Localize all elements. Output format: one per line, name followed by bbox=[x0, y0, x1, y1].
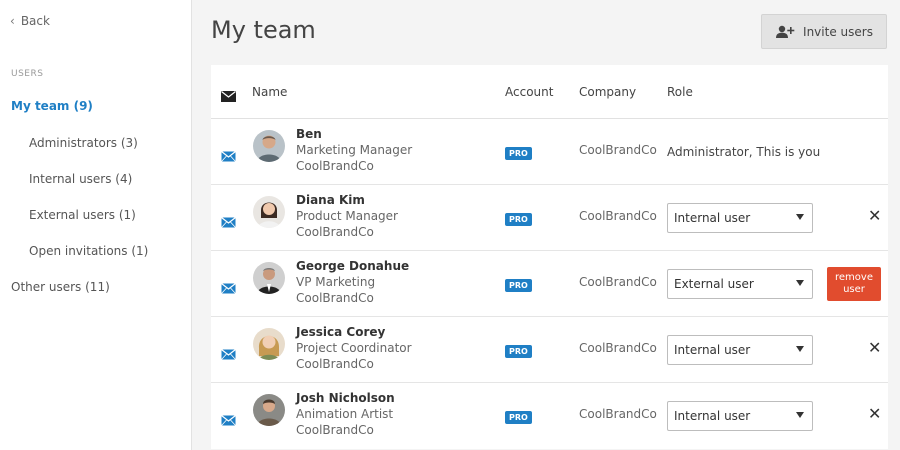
pro-badge: PRO bbox=[505, 345, 532, 358]
envelope-icon[interactable] bbox=[221, 279, 236, 298]
role-select[interactable]: External user bbox=[667, 269, 813, 299]
role-select[interactable]: Internal user bbox=[667, 401, 813, 431]
user-name[interactable]: Ben bbox=[296, 127, 322, 141]
avatar bbox=[253, 196, 285, 228]
user-name[interactable]: Josh Nicholson bbox=[296, 391, 395, 405]
table-row: Ben Marketing Manager CoolBrandCo PRO Co… bbox=[211, 119, 888, 185]
back-label: Back bbox=[20, 14, 50, 28]
avatar bbox=[253, 328, 285, 360]
user-org: CoolBrandCo bbox=[296, 159, 374, 173]
company-cell: CoolBrandCo bbox=[579, 209, 657, 223]
table-row: Jessica Corey Project Coordinator CoolBr… bbox=[211, 317, 888, 383]
pro-badge: PRO bbox=[505, 213, 532, 226]
sidebar-item-external-users[interactable]: External users (1) bbox=[29, 208, 136, 222]
sidebar-item-other-users[interactable]: Other users (11) bbox=[11, 280, 110, 294]
page-title: My team bbox=[211, 16, 316, 44]
company-cell: CoolBrandCo bbox=[579, 143, 657, 157]
role-text: Administrator, This is you bbox=[667, 145, 821, 159]
user-title: Marketing Manager bbox=[296, 143, 413, 157]
table-header: Name Account Company Role bbox=[211, 65, 888, 119]
role-select-value: Internal user bbox=[674, 409, 751, 423]
close-icon[interactable]: ✕ bbox=[868, 208, 881, 224]
chevron-down-icon bbox=[796, 346, 804, 352]
avatar bbox=[253, 394, 285, 426]
envelope-icon[interactable] bbox=[221, 147, 236, 166]
user-org: CoolBrandCo bbox=[296, 357, 374, 371]
close-icon[interactable]: ✕ bbox=[868, 340, 881, 356]
column-header-name[interactable]: Name bbox=[252, 85, 287, 99]
chevron-down-icon bbox=[796, 214, 804, 220]
role-select-value: Internal user bbox=[674, 211, 751, 225]
column-header-company[interactable]: Company bbox=[579, 85, 636, 99]
chevron-down-icon bbox=[796, 412, 804, 418]
table-row: George Donahue VP Marketing CoolBrandCo … bbox=[211, 251, 888, 317]
sidebar-item-internal-users[interactable]: Internal users (4) bbox=[29, 172, 132, 186]
role-select[interactable]: Internal user bbox=[667, 203, 813, 233]
pro-badge: PRO bbox=[505, 279, 532, 292]
user-title: Animation Artist bbox=[296, 407, 394, 421]
envelope-icon[interactable] bbox=[221, 411, 236, 430]
sidebar-item-open-invitations[interactable]: Open invitations (1) bbox=[29, 244, 148, 258]
user-title: VP Marketing bbox=[296, 275, 376, 289]
envelope-icon[interactable] bbox=[221, 87, 236, 106]
column-header-role[interactable]: Role bbox=[667, 85, 693, 99]
user-name[interactable]: Jessica Corey bbox=[296, 325, 385, 339]
chevron-left-icon: ‹ bbox=[10, 14, 15, 28]
pro-badge: PRO bbox=[505, 147, 532, 160]
table-row: Josh Nicholson Animation Artist CoolBran… bbox=[211, 383, 888, 449]
close-icon[interactable]: ✕ bbox=[868, 406, 881, 422]
invite-users-button[interactable]: Invite users bbox=[761, 14, 887, 49]
role-select-value: External user bbox=[674, 277, 754, 291]
table-row: Diana Kim Product Manager CoolBrandCo PR… bbox=[211, 185, 888, 251]
role-select-value: Internal user bbox=[674, 343, 751, 357]
sidebar-item-administrators[interactable]: Administrators (3) bbox=[29, 136, 138, 150]
company-cell: CoolBrandCo bbox=[579, 407, 657, 421]
company-cell: CoolBrandCo bbox=[579, 275, 657, 289]
user-org: CoolBrandCo bbox=[296, 423, 374, 437]
role-select[interactable]: Internal user bbox=[667, 335, 813, 365]
company-cell: CoolBrandCo bbox=[579, 341, 657, 355]
chevron-down-icon bbox=[796, 280, 804, 286]
invite-users-label: Invite users bbox=[803, 24, 873, 39]
user-title: Product Manager bbox=[296, 209, 398, 223]
user-name[interactable]: Diana Kim bbox=[296, 193, 365, 207]
avatar bbox=[253, 262, 285, 294]
envelope-icon[interactable] bbox=[221, 213, 236, 232]
user-org: CoolBrandCo bbox=[296, 291, 374, 305]
avatar bbox=[253, 130, 285, 162]
pro-badge: PRO bbox=[505, 411, 532, 424]
user-name[interactable]: George Donahue bbox=[296, 259, 409, 273]
sidebar-item-my-team[interactable]: My team (9) bbox=[11, 99, 93, 113]
user-org: CoolBrandCo bbox=[296, 225, 374, 239]
envelope-icon[interactable] bbox=[221, 345, 236, 364]
user-title: Project Coordinator bbox=[296, 341, 412, 355]
section-label: USERS bbox=[11, 69, 44, 79]
remove-user-button[interactable]: remove user bbox=[827, 267, 881, 301]
column-header-account[interactable]: Account bbox=[505, 85, 553, 99]
back-link[interactable]: ‹ Back bbox=[10, 14, 50, 28]
sidebar: ‹ Back USERS My team (9) Administrators … bbox=[0, 0, 192, 450]
team-table: Name Account Company Role Ben Marketing … bbox=[211, 65, 888, 449]
add-user-icon bbox=[775, 25, 795, 39]
